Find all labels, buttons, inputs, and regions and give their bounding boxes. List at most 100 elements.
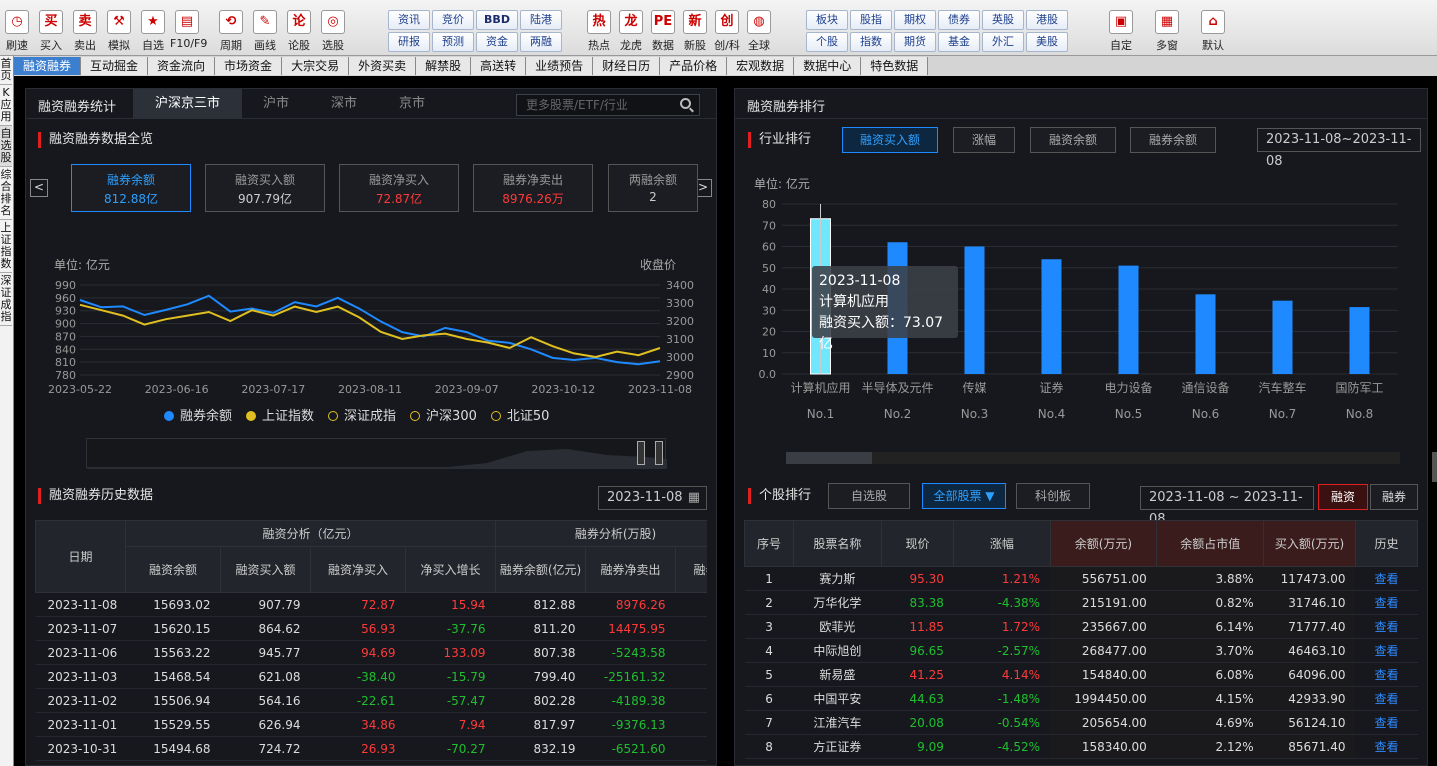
stock-date-range[interactable]: 2023-11-08 ~ 2023-11-08 (1140, 486, 1314, 527)
hot-button[interactable]: 热热点 (582, 10, 616, 54)
industry-sort-button[interactable]: 融资买入额 (842, 127, 938, 153)
view-history-link[interactable]: 查看 (1355, 591, 1417, 615)
tab-bj-market[interactable]: 京市 (378, 89, 446, 119)
tab-12[interactable]: 数据中心 (794, 57, 862, 75)
stock-row[interactable]: 1 赛力斯 95.30 1.21% 556751.00 3.88% 117473.00 查看 (744, 566, 1418, 591)
toolbar-grid-button[interactable]: 陆港 (520, 10, 562, 30)
tab-7[interactable]: 高送转 (471, 57, 527, 75)
left-nav-item[interactable]: 首页 (0, 56, 12, 85)
stock-col-header[interactable]: 余额(万元) (1049, 520, 1158, 567)
dragon-button[interactable]: 龙龙虎 (614, 10, 648, 54)
view-history-link[interactable]: 查看 (1355, 735, 1417, 759)
ipo-button[interactable]: 新新股 (678, 10, 712, 54)
tab-1[interactable]: 互动掘金 (81, 57, 149, 75)
stock-row[interactable]: 8 方正证券 9.09 -4.52% 158340.00 2.12% 85671.40 查看 (744, 734, 1418, 759)
short-selling-toggle[interactable]: 融券 (1370, 484, 1418, 510)
tab-13[interactable]: 特色数据 (861, 57, 929, 75)
panel-scrollbar[interactable] (1432, 452, 1437, 482)
stock-col-header[interactable]: 现价 (880, 520, 955, 567)
globe-button[interactable]: ◍ 全球 (742, 10, 776, 54)
margin-financing-toggle[interactable]: 融资 (1318, 484, 1368, 510)
toolbar-grid-button[interactable]: 港股 (1026, 10, 1068, 30)
kpi-card[interactable]: 融资净买入 72.87亿 (339, 164, 459, 212)
left-nav-item[interactable]: 上证指数 (0, 220, 12, 273)
view-history-link[interactable]: 查看 (1355, 663, 1417, 687)
view-history-link[interactable]: 查看 (1355, 687, 1417, 711)
view-history-link[interactable]: 查看 (1355, 711, 1417, 735)
custom-button[interactable]: ▣ 自定 (1100, 10, 1142, 54)
tab-0[interactable]: 融资融券 (14, 57, 82, 75)
stock-row[interactable]: 5 新易盛 41.25 4.14% 154840.00 6.08% 64096.00 查看 (744, 662, 1418, 687)
f10-button[interactable]: ▤ F10/F9 (170, 10, 207, 54)
legend-item[interactable]: 融券余额 (150, 409, 232, 424)
tab-sz-market[interactable]: 深市 (310, 89, 378, 119)
slider-handle-right[interactable] (655, 441, 663, 465)
toolbar-grid-button[interactable]: 竞价 (432, 10, 474, 30)
screen-button[interactable]: ◎ 选股 (316, 10, 350, 54)
star-button[interactable]: ★ 自选 (136, 10, 170, 54)
home-button[interactable]: ⌂ 默认 (1192, 10, 1234, 54)
view-history-link[interactable]: 查看 (1355, 615, 1417, 639)
legend-item[interactable]: 深证成指 (314, 409, 396, 424)
tab-3[interactable]: 市场资金 (215, 57, 283, 75)
stock-col-header[interactable]: 余额占市值 (1156, 520, 1265, 567)
scrollbar-thumb[interactable] (786, 452, 872, 464)
tab-5[interactable]: 外资买卖 (349, 57, 417, 75)
toolbar-grid-button[interactable]: 期权 (894, 10, 936, 30)
toolbar-grid-button[interactable]: 股指 (850, 10, 892, 30)
industry-sort-button[interactable]: 融资余额 (1030, 127, 1116, 153)
stock-filter-button[interactable]: 全部股票 ▼ (922, 483, 1006, 509)
kpi-card[interactable]: 融资买入额 907.79亿 (205, 164, 325, 212)
table-row[interactable]: 2023-11-03 15468.54 621.08 -38.40 -15.79 799.… (35, 665, 707, 689)
stock-col-header[interactable]: 买入额(万元) (1263, 520, 1356, 567)
kpi-card[interactable]: 两融余额 2 (608, 164, 698, 212)
search-input[interactable]: 更多股票/ETF/行业 (516, 94, 700, 116)
tab-6[interactable]: 解禁股 (416, 57, 472, 75)
table-row[interactable]: 2023-10-31 15494.68 724.72 26.93 -70.27 832.1… (35, 737, 707, 761)
multi-window-button[interactable]: ▦ 多窗 (1146, 10, 1188, 54)
legend-item[interactable]: 沪深300 (396, 409, 477, 424)
table-row[interactable]: 2023-11-01 15529.55 626.94 34.86 7.94 817.97 -… (35, 713, 707, 737)
buy-button[interactable]: 买买入 (34, 10, 68, 54)
view-history-link[interactable]: 查看 (1355, 567, 1417, 591)
tab-11[interactable]: 宏观数据 (727, 57, 795, 75)
stock-col-header[interactable]: 涨幅 (953, 520, 1051, 567)
toolbar-grid-button[interactable]: 债券 (938, 10, 980, 30)
toolbar-grid-button[interactable]: 研报 (388, 32, 430, 52)
stock-row[interactable]: 4 中际旭创 96.65 -2.57% 268477.00 3.70% 46463.10 查看 (744, 638, 1418, 663)
toolbar-grid-button[interactable]: 资讯 (388, 10, 430, 30)
tab-10[interactable]: 产品价格 (660, 57, 728, 75)
toolbar-grid-button[interactable]: 个股 (806, 32, 848, 52)
tab-8[interactable]: 业绩预告 (526, 57, 594, 75)
toolbar-grid-button[interactable]: 期货 (894, 32, 936, 52)
toolbar-grid-button[interactable]: 指数 (850, 32, 892, 52)
stock-col-header[interactable]: 股票名称 (793, 520, 882, 567)
period-button[interactable]: ⟲ 周期 (214, 10, 248, 54)
toolbar-grid-button[interactable]: 外汇 (982, 32, 1024, 52)
discuss-button[interactable]: 论论股 (282, 10, 316, 54)
stock-row[interactable]: 6 中国平安 44.63 -1.48% 1994450.00 4.15% 42933.90 查… (744, 686, 1418, 711)
industry-date-range[interactable]: 2023-11-08~2023-11-08 (1257, 128, 1421, 169)
left-nav-item[interactable]: 深证成指 (0, 273, 12, 326)
toolbar-grid-button[interactable]: 板块 (806, 10, 848, 30)
pe-button[interactable]: PE 数据 (646, 10, 680, 54)
sell-button[interactable]: 卖卖出 (68, 10, 102, 54)
tab-9[interactable]: 财经日历 (593, 57, 661, 75)
view-history-link[interactable]: 查看 (1355, 639, 1417, 663)
tab-2[interactable]: 资金流向 (148, 57, 216, 75)
kpi-card[interactable]: 融券净卖出 8976.26万 (473, 164, 593, 212)
stock-col-header[interactable]: 历史 (1354, 520, 1418, 567)
stock-filter-button[interactable]: 科创板 (1016, 483, 1090, 509)
toolbar-grid-button[interactable]: 基金 (938, 32, 980, 52)
chuang-button[interactable]: 创创/科 (710, 10, 744, 54)
hammer-button[interactable]: ⚒ 模拟 (102, 10, 136, 54)
left-nav-item[interactable]: 自选股 (0, 126, 12, 167)
history-date-picker[interactable]: 2023-11-08 ▦ (598, 486, 707, 510)
kpi-card[interactable]: 融券余额 812.88亿 (71, 164, 191, 212)
toolbar-grid-button[interactable]: BBD (476, 10, 518, 30)
toolbar-grid-button[interactable]: 预测 (432, 32, 474, 52)
tab-4[interactable]: 大宗交易 (282, 57, 350, 75)
legend-item[interactable]: 上证指数 (232, 409, 314, 424)
stock-row[interactable]: 2 万华化学 83.38 -4.38% 215191.00 0.82% 31746.10 查看 (744, 590, 1418, 615)
table-row[interactable]: 2023-11-02 15506.94 564.16 -22.61 -57.47 802.… (35, 689, 707, 713)
